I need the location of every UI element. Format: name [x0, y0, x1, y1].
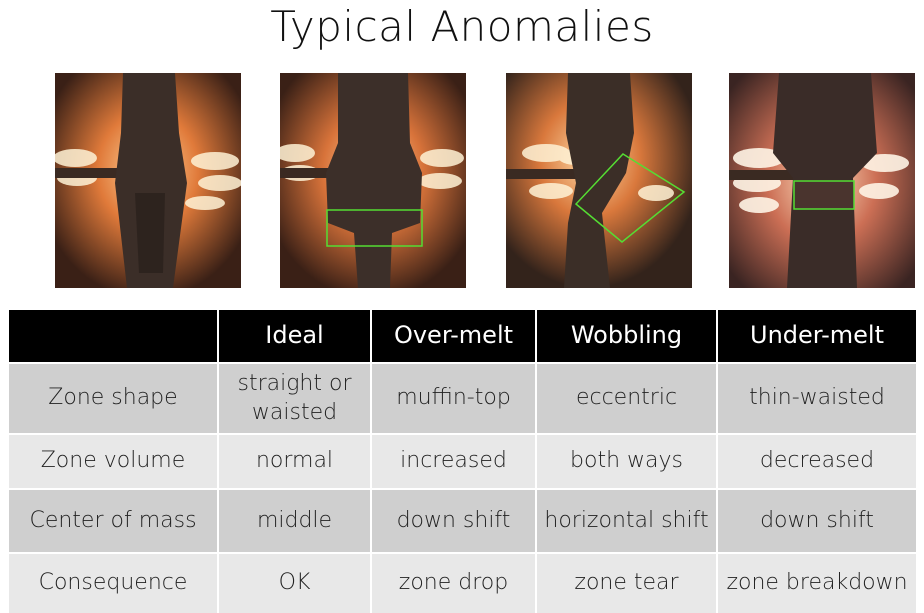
table-cell: down shift — [716, 488, 918, 554]
table-cell: muffin-top — [370, 362, 537, 435]
table-cell: down shift — [370, 488, 537, 554]
header-ideal: Ideal — [217, 308, 372, 364]
table-row: Consequence OK zone drop zone tear zone … — [7, 552, 918, 613]
row-label: Consequence — [7, 552, 219, 613]
table-cell: zone drop — [370, 552, 537, 613]
table-row: Zone shape straight or waisted muffin-to… — [7, 362, 918, 435]
table-cell: middle — [217, 488, 372, 554]
anomalies-table: Ideal Over-melt Wobbling Under-melt Zone… — [7, 308, 918, 613]
table-cell: normal — [217, 433, 372, 490]
table-cell: horizontal shift — [535, 488, 718, 554]
row-label: Zone volume — [7, 433, 219, 490]
wobbling-zone-photo — [506, 73, 692, 288]
table-row: Center of mass middle down shift horizon… — [7, 488, 918, 554]
table-cell: zone breakdown — [716, 552, 918, 613]
header-wobbling: Wobbling — [535, 308, 718, 364]
header-under-melt: Under-melt — [716, 308, 918, 364]
table-row: Zone volume normal increased both ways d… — [7, 433, 918, 490]
table-cell: eccentric — [535, 362, 718, 435]
table-header-row: Ideal Over-melt Wobbling Under-melt — [7, 308, 918, 364]
header-over-melt: Over-melt — [370, 308, 537, 364]
over-melt-zone-photo — [280, 73, 466, 288]
table-cell: increased — [370, 433, 537, 490]
table-cell: thin-waisted — [716, 362, 918, 435]
slide-title: Typical Anomalies — [270, 2, 654, 51]
row-label: Center of mass — [7, 488, 219, 554]
under-melt-zone-photo — [729, 73, 915, 288]
table-cell: both ways — [535, 433, 718, 490]
table-cell: decreased — [716, 433, 918, 490]
table-cell: OK — [217, 552, 372, 613]
header-blank-cell — [7, 308, 219, 364]
ideal-zone-photo — [55, 73, 241, 288]
row-label: Zone shape — [7, 362, 219, 435]
table-cell: straight or waisted — [217, 362, 372, 435]
table-cell: zone tear — [535, 552, 718, 613]
